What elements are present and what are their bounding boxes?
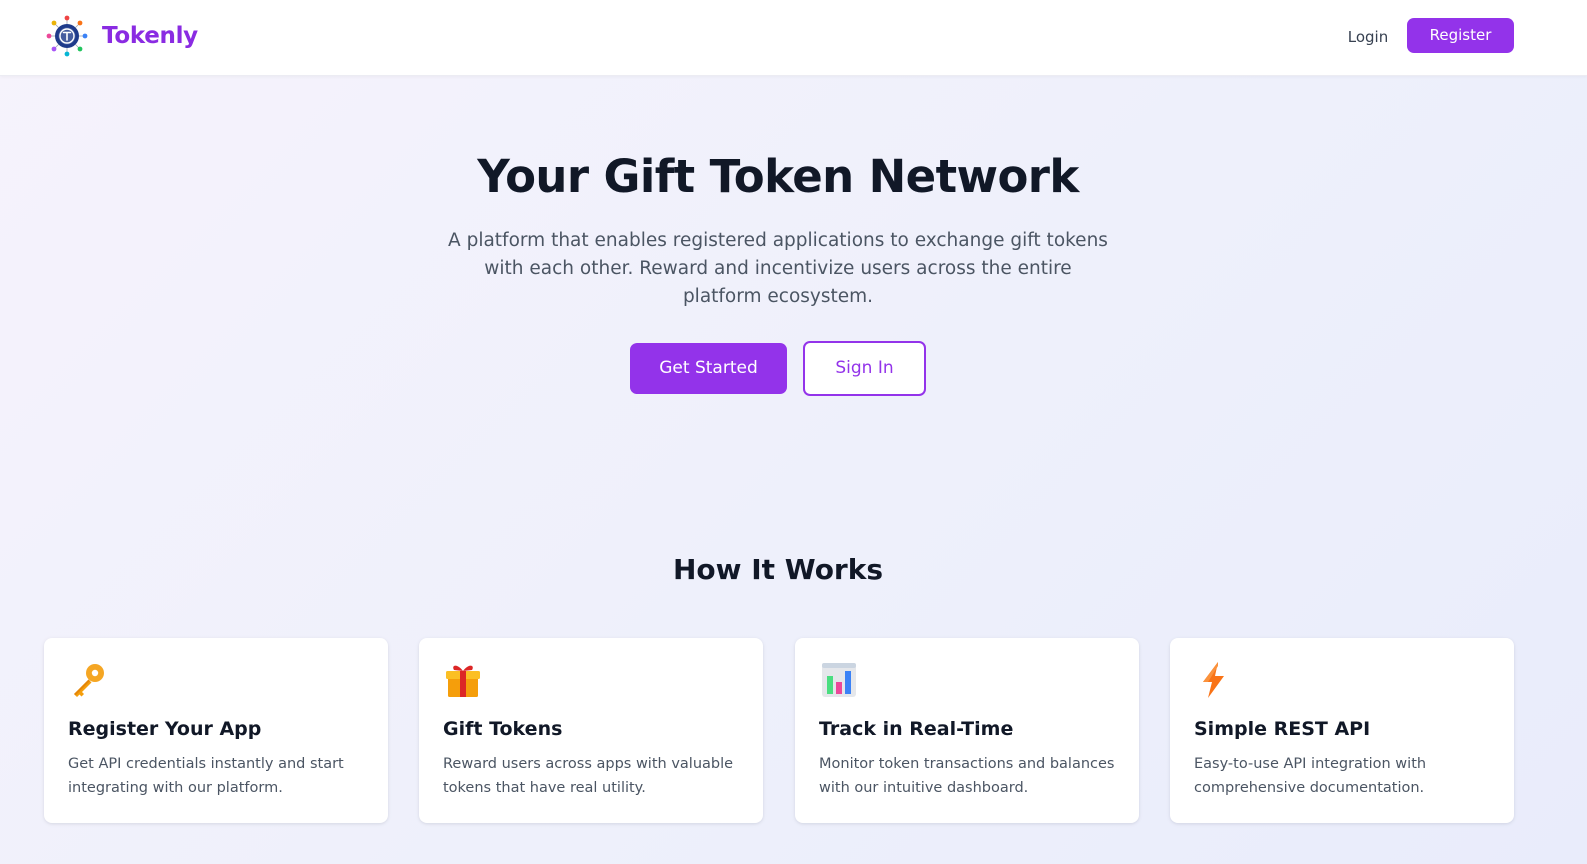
feature-card-register-app: Register Your App Get API credentials in…: [44, 638, 388, 823]
lightning-icon: [1194, 660, 1234, 700]
section-title: How It Works: [672, 553, 884, 586]
sign-in-button[interactable]: Sign In: [803, 341, 926, 396]
get-started-button[interactable]: Get Started: [630, 343, 787, 394]
card-title: Track in Real-Time: [819, 718, 1014, 740]
brand-name: Tokenly: [102, 23, 198, 49]
register-button[interactable]: Register: [1407, 18, 1514, 53]
feature-card-rest-api: Simple REST API Easy-to-use API integrat…: [1170, 638, 1514, 823]
card-title: Gift Tokens: [443, 718, 563, 740]
login-link[interactable]: Login: [1336, 24, 1400, 50]
key-icon: [68, 660, 108, 700]
bar-chart-icon: [819, 660, 859, 700]
feature-card-track-real-time: Track in Real-Time Monitor token transac…: [795, 638, 1139, 823]
card-title: Register Your App: [68, 718, 262, 740]
gift-icon: [443, 660, 483, 700]
hero-subtitle: A platform that enables registered appli…: [448, 230, 1108, 307]
tokenly-logo-icon: [46, 15, 88, 57]
card-description: Easy-to-use API integration with compreh…: [1194, 756, 1427, 796]
card-title: Simple REST API: [1194, 718, 1371, 740]
feature-card-gift-tokens: Gift Tokens Reward users across apps wit…: [419, 638, 763, 823]
card-description: Monitor token transactions and balances …: [819, 756, 1115, 796]
card-description: Get API credentials instantly and start …: [68, 756, 344, 796]
brand-logo-link[interactable]: Tokenly: [46, 15, 198, 57]
hero-title: Your Gift Token Network: [477, 150, 1079, 203]
top-nav: Tokenly Login Register: [0, 0, 1587, 76]
card-description: Reward users across apps with valuable t…: [443, 756, 734, 796]
